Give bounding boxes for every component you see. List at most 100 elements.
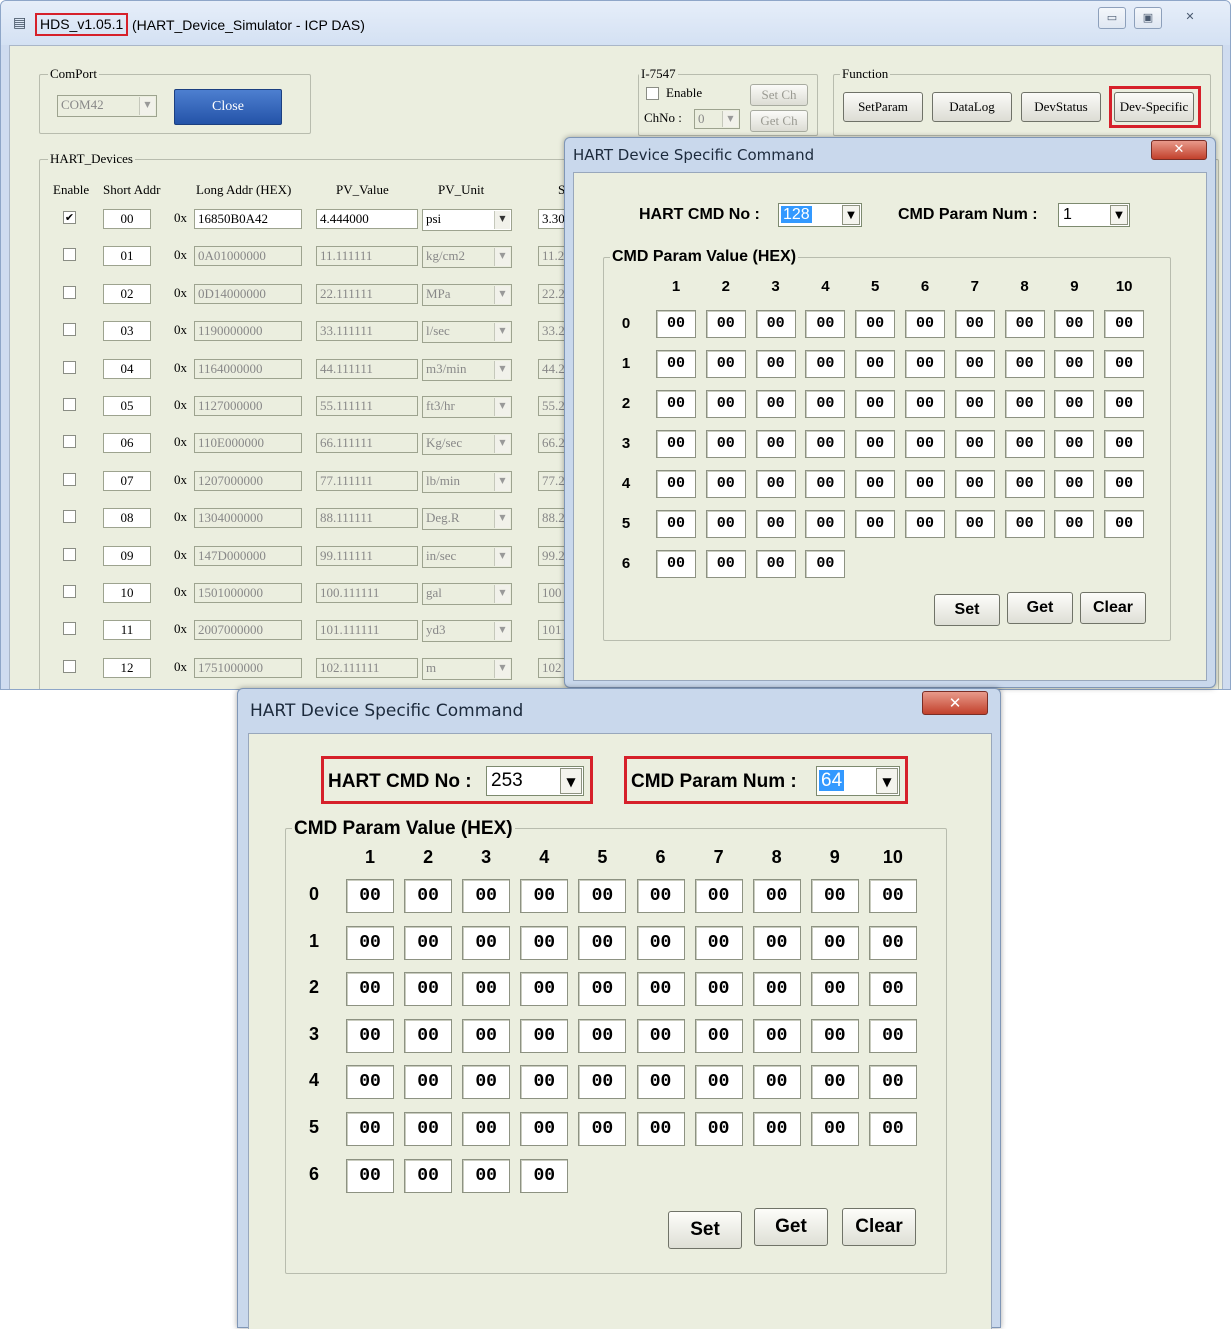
param-cell-input[interactable]: 00 xyxy=(755,350,796,378)
param-cell-input[interactable]: 00 xyxy=(694,1112,743,1146)
param-cell-input[interactable]: 00 xyxy=(868,925,917,960)
dialog-small-set-button[interactable]: Set xyxy=(934,594,1000,626)
param-cell-input[interactable]: 00 xyxy=(694,879,743,913)
device-pv-unit-select[interactable]: lb/min ▼ xyxy=(422,470,512,493)
device-pv-unit-select[interactable]: ft3/hr ▼ xyxy=(422,396,512,418)
device-short-addr[interactable]: 04 xyxy=(103,358,151,379)
param-cell-input[interactable]: 00 xyxy=(905,430,945,458)
param-cell-input[interactable]: 00 xyxy=(752,1018,801,1053)
device-short-addr[interactable]: 07 xyxy=(103,470,151,491)
param-cell-input[interactable]: 00 xyxy=(462,1158,511,1193)
param-cell-input[interactable]: 00 xyxy=(954,390,995,418)
device-enable-checkbox[interactable] xyxy=(63,547,76,561)
device-pv-value[interactable]: 55.111111 xyxy=(316,396,418,416)
device-short-addr[interactable]: 00 xyxy=(103,209,151,229)
param-cell-input[interactable]: 00 xyxy=(1104,430,1145,458)
param-cell-input[interactable]: 00 xyxy=(656,350,696,378)
param-cell-input[interactable]: 00 xyxy=(855,350,896,378)
param-cell-input[interactable]: 00 xyxy=(694,1065,743,1100)
device-pv-unit-select[interactable]: in/sec ▼ xyxy=(422,545,512,568)
dialog-large-get-button[interactable]: Get xyxy=(754,1208,828,1246)
device-long-addr[interactable]: 0D14000000 xyxy=(194,283,302,304)
param-cell-input[interactable]: 00 xyxy=(1054,310,1095,338)
param-cell-input[interactable]: 00 xyxy=(656,550,696,578)
device-pv-value[interactable]: 99.111111 xyxy=(316,545,418,566)
param-cell-input[interactable]: 00 xyxy=(954,310,995,338)
device-enable-checkbox[interactable] xyxy=(63,622,76,636)
param-cell-input[interactable]: 00 xyxy=(578,879,627,913)
device-long-addr[interactable]: 1501000000 xyxy=(194,583,302,603)
param-cell-input[interactable]: 00 xyxy=(694,972,743,1007)
param-cell-input[interactable]: 00 xyxy=(1004,390,1045,418)
param-cell-input[interactable]: 00 xyxy=(755,430,796,458)
param-cell-input[interactable]: 00 xyxy=(520,1065,569,1100)
device-pv-unit-select[interactable]: yd3 ▼ xyxy=(422,620,512,643)
param-cell-input[interactable]: 00 xyxy=(694,1018,743,1053)
device-enable-checkbox[interactable] xyxy=(63,510,76,524)
param-cell-input[interactable]: 00 xyxy=(404,1065,453,1100)
device-enable-checkbox[interactable] xyxy=(63,585,76,598)
device-pv-value[interactable]: 4.444000 xyxy=(316,209,418,229)
param-cell-input[interactable]: 00 xyxy=(868,879,917,913)
param-cell-input[interactable]: 00 xyxy=(1004,470,1045,498)
param-cell-input[interactable]: 00 xyxy=(855,390,896,418)
param-cell-input[interactable]: 00 xyxy=(810,1018,859,1053)
device-long-addr[interactable]: 1207000000 xyxy=(194,470,302,491)
device-long-addr[interactable]: 0A01000000 xyxy=(194,246,302,267)
device-pv-value[interactable]: 22.111111 xyxy=(316,283,418,304)
param-cell-input[interactable]: 00 xyxy=(636,1112,685,1146)
param-cell-input[interactable]: 00 xyxy=(578,925,627,960)
device-pv-unit-select[interactable]: l/sec ▼ xyxy=(422,321,512,344)
param-cell-input[interactable]: 00 xyxy=(656,470,696,498)
param-cell-input[interactable]: 00 xyxy=(705,310,746,338)
param-cell-input[interactable]: 00 xyxy=(1004,350,1045,378)
param-cell-input[interactable]: 00 xyxy=(755,390,796,418)
param-cell-input[interactable]: 00 xyxy=(752,925,801,960)
param-cell-input[interactable]: 00 xyxy=(752,972,801,1007)
param-cell-input[interactable]: 00 xyxy=(462,1112,511,1146)
param-cell-input[interactable]: 00 xyxy=(404,925,453,960)
setparam-button[interactable]: SetParam xyxy=(843,92,923,122)
param-cell-input[interactable]: 00 xyxy=(855,430,896,458)
param-cell-input[interactable]: 00 xyxy=(905,390,945,418)
comport-select[interactable]: COM42 ▼ xyxy=(57,95,157,117)
device-pv-value[interactable]: 100.111111 xyxy=(316,583,418,603)
device-long-addr[interactable]: 2007000000 xyxy=(194,620,302,641)
param-cell-input[interactable]: 00 xyxy=(520,879,569,913)
get-ch-button[interactable]: Get Ch xyxy=(750,110,808,132)
device-long-addr[interactable]: 1164000000 xyxy=(194,358,302,379)
device-enable-checkbox[interactable] xyxy=(63,659,76,673)
param-cell-input[interactable]: 00 xyxy=(404,879,453,913)
param-cell-input[interactable]: 00 xyxy=(868,1065,917,1100)
param-cell-input[interactable]: 00 xyxy=(954,430,995,458)
device-enable-checkbox[interactable] xyxy=(63,285,76,299)
param-cell-input[interactable]: 00 xyxy=(905,470,945,498)
param-cell-input[interactable]: 00 xyxy=(404,972,453,1007)
param-cell-input[interactable]: 00 xyxy=(520,925,569,960)
param-cell-input[interactable]: 00 xyxy=(805,510,846,538)
device-short-addr[interactable]: 12 xyxy=(103,657,151,678)
device-long-addr[interactable]: 1127000000 xyxy=(194,396,302,416)
param-cell-input[interactable]: 00 xyxy=(805,310,846,338)
dialog-large-set-button[interactable]: Set xyxy=(668,1211,742,1249)
param-cell-input[interactable]: 00 xyxy=(855,510,896,538)
param-cell-input[interactable]: 00 xyxy=(346,1112,394,1146)
dialog-small-clear-button[interactable]: Clear xyxy=(1080,592,1146,624)
param-cell-input[interactable]: 00 xyxy=(636,1018,685,1053)
param-cell-input[interactable]: 00 xyxy=(346,1158,394,1193)
param-cell-input[interactable]: 00 xyxy=(1104,310,1145,338)
param-cell-input[interactable]: 00 xyxy=(520,1018,569,1053)
device-pv-value[interactable]: 11.111111 xyxy=(316,246,418,267)
param-cell-input[interactable]: 00 xyxy=(1104,510,1145,538)
param-cell-input[interactable]: 00 xyxy=(755,550,796,578)
param-cell-input[interactable]: 00 xyxy=(954,350,995,378)
param-cell-input[interactable]: 00 xyxy=(755,470,796,498)
device-enable-checkbox[interactable] xyxy=(63,323,76,337)
param-cell-input[interactable]: 00 xyxy=(805,550,846,578)
param-cell-input[interactable]: 00 xyxy=(636,972,685,1007)
device-short-addr[interactable]: 10 xyxy=(103,583,151,603)
device-pv-unit-select[interactable]: gal ▼ xyxy=(422,583,512,605)
param-cell-input[interactable]: 00 xyxy=(805,390,846,418)
param-cell-input[interactable]: 00 xyxy=(905,350,945,378)
param-cell-input[interactable]: 00 xyxy=(705,390,746,418)
